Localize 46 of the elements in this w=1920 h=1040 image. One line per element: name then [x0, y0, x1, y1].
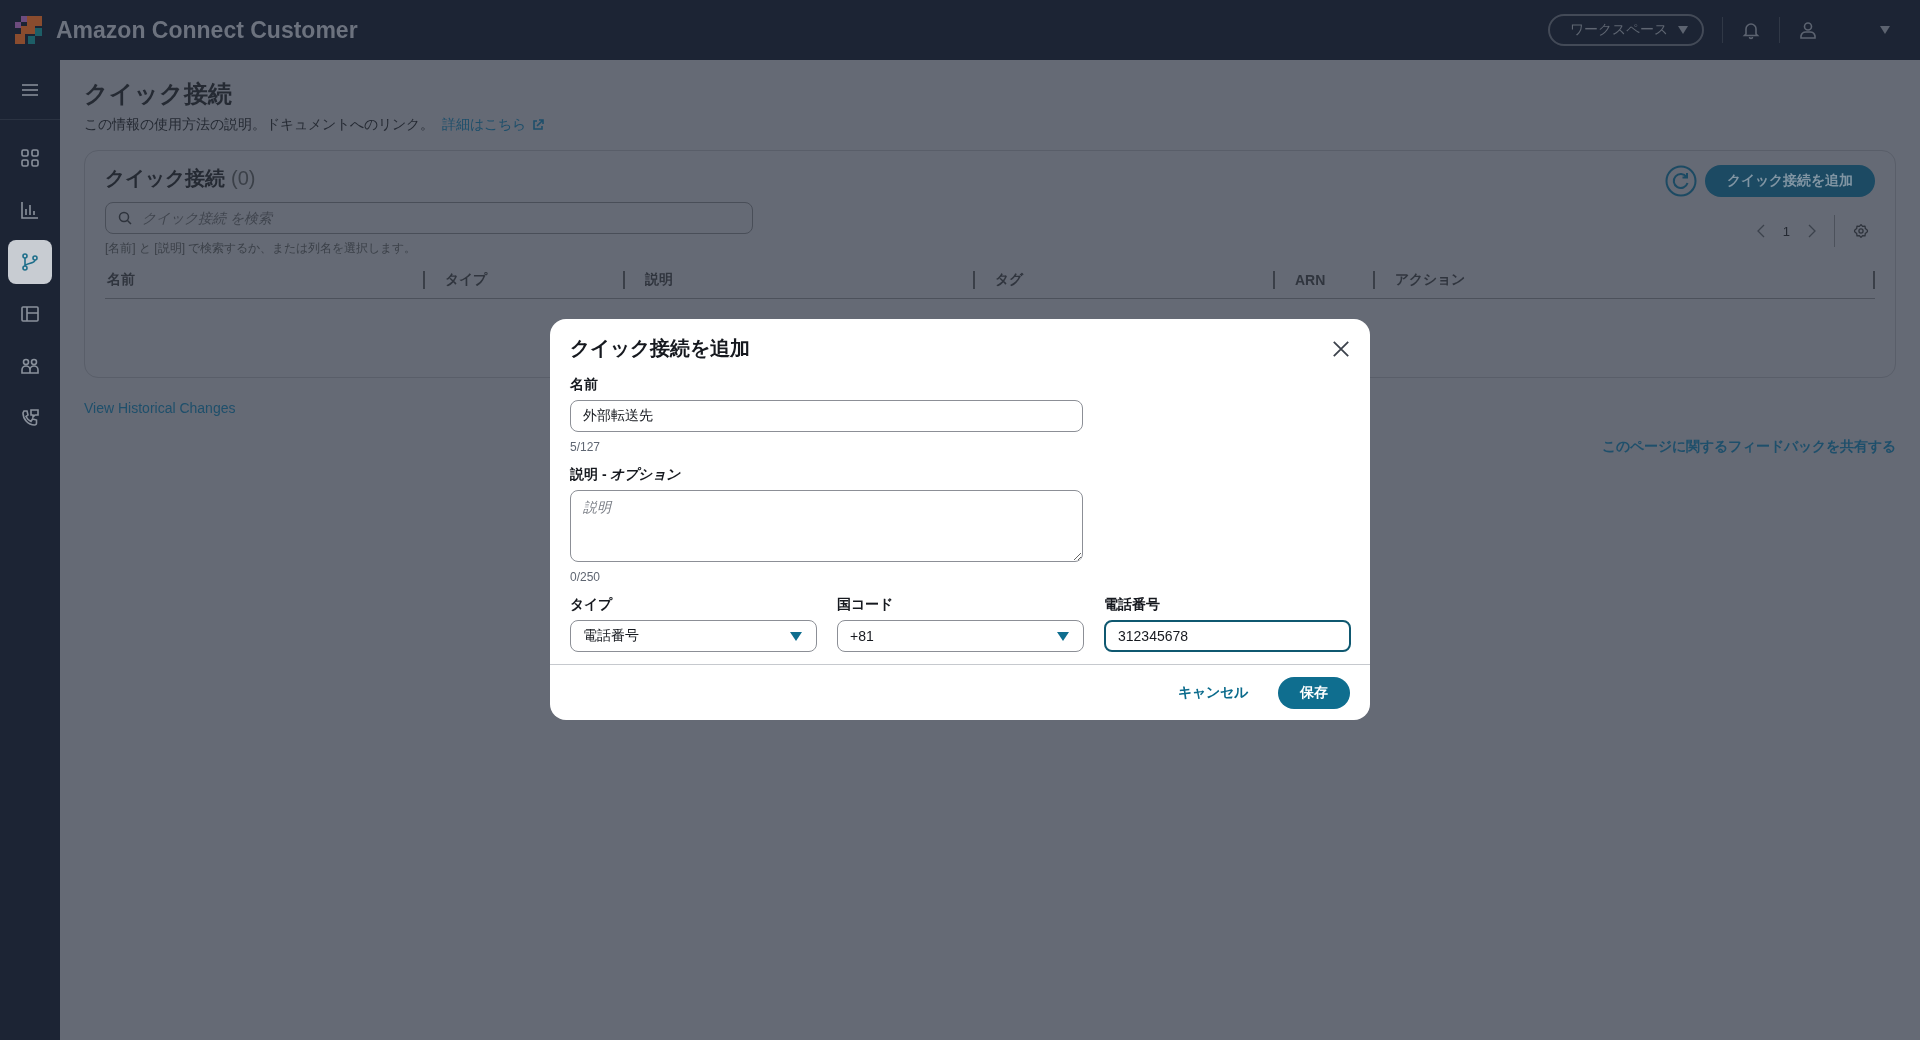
- settings-icon[interactable]: [1853, 223, 1869, 239]
- people-icon: [20, 356, 40, 376]
- history-link[interactable]: View Historical Changes: [84, 400, 236, 416]
- dashboard-icon: [20, 148, 40, 168]
- chart-icon: [20, 200, 40, 220]
- description-field[interactable]: 説明: [570, 490, 1083, 562]
- page-title: クイック接続: [84, 79, 233, 109]
- notification-icon[interactable]: [1741, 20, 1761, 40]
- caret-icon: [790, 631, 802, 641]
- field-label: 名前: [570, 376, 599, 394]
- field-label: 電話番号: [1104, 596, 1161, 614]
- character-counter: 0/250: [570, 570, 602, 584]
- app-name: Amazon Connect Customer: [56, 16, 358, 44]
- caret-icon: [1057, 631, 1069, 641]
- phone-icon: [20, 408, 40, 428]
- workspace-button[interactable]: ワークスペース: [1548, 14, 1704, 46]
- add-button[interactable]: クイック接続を追加: [1705, 165, 1875, 197]
- caret-icon[interactable]: [1880, 26, 1890, 34]
- modal-title: クイック接続を追加: [570, 336, 750, 361]
- caret-icon: [1678, 26, 1688, 34]
- name-field[interactable]: 外部転送先: [570, 400, 1083, 432]
- next-page-icon[interactable]: [1808, 224, 1816, 238]
- branch-icon: [20, 252, 40, 272]
- page-description: この情報の使用方法の説明。ドキュメントへのリンク。: [84, 116, 434, 134]
- close-icon[interactable]: [1332, 339, 1350, 358]
- field-label: タイプ: [570, 596, 614, 614]
- dropdown[interactable]: +81: [837, 620, 1084, 652]
- save-button[interactable]: 保存: [1278, 676, 1350, 709]
- search-icon: [118, 211, 132, 225]
- logo-icon: [14, 15, 44, 45]
- previous-page-icon[interactable]: [1756, 224, 1765, 238]
- field-label: 説明 - オプション: [570, 466, 682, 484]
- dropdown[interactable]: 電話番号: [570, 620, 817, 652]
- table-icon: [20, 304, 40, 324]
- character-counter: 5/127: [570, 440, 602, 454]
- page-number[interactable]: 1: [1782, 223, 1790, 239]
- external-link-icon: [532, 119, 544, 131]
- feedback-link[interactable]: このページに関するフィードバックを共有する: [1602, 438, 1896, 456]
- learn-more-link[interactable]: 詳細はこちら: [442, 116, 526, 134]
- card-title: クイック接続: [105, 166, 225, 191]
- phone-number-field[interactable]: 312345678: [1104, 620, 1351, 652]
- user-icon[interactable]: [1798, 20, 1818, 40]
- sidebar-item[interactable]: [8, 240, 52, 284]
- cancel-button[interactable]: キャンセル: [1178, 683, 1248, 702]
- menu-icon[interactable]: [22, 84, 38, 96]
- field-label: 国コード: [837, 596, 894, 614]
